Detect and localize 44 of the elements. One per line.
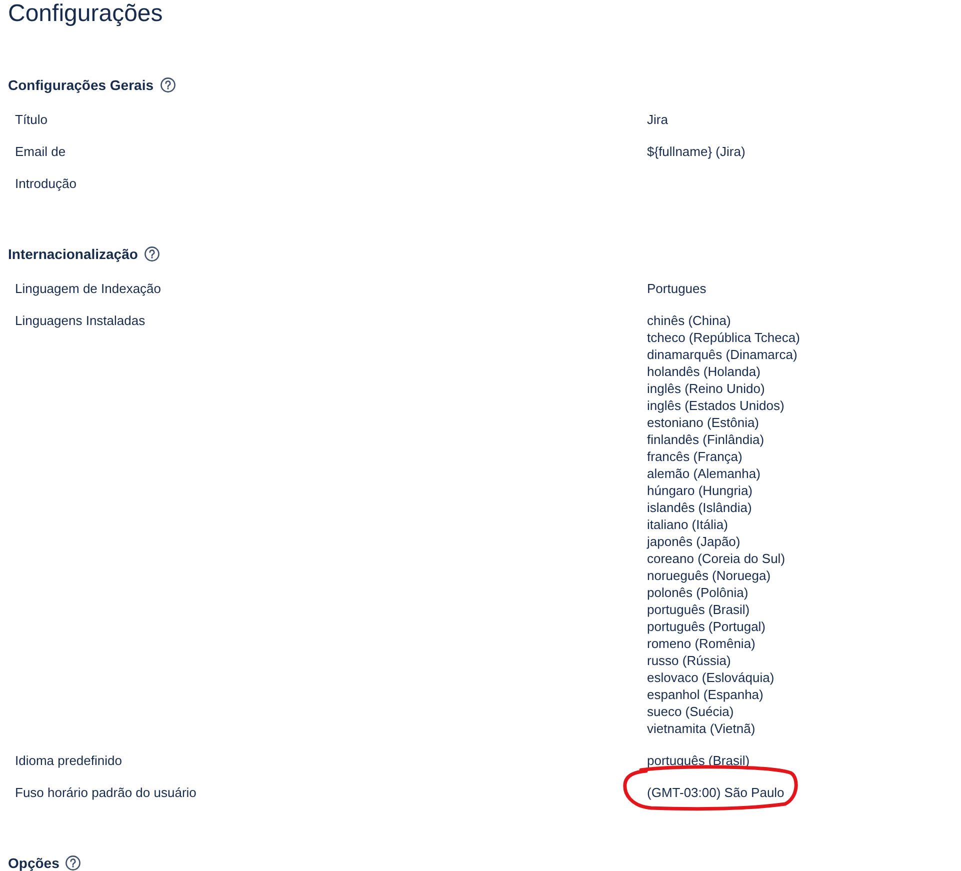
section-heading: Internacionalização [8, 246, 138, 262]
setting-value: alemão (Alemanha) [647, 465, 760, 482]
setting-label: Linguagens Instaladas [15, 312, 146, 330]
setting-label: Título [15, 111, 49, 128]
setting-value: dinamarquês (Dinamarca) [647, 346, 798, 363]
setting-value: romeno (Romênia) [647, 635, 756, 652]
setting-value: italiano (Itália) [647, 516, 728, 533]
setting-value: norueguês (Noruega) [647, 567, 771, 584]
setting-label: Introdução [15, 175, 78, 192]
setting-label: Fuso horário padrão do usuário [15, 784, 198, 801]
setting-label: Idioma predefinido [15, 752, 123, 769]
setting-label: Email de [15, 143, 67, 160]
setting-value: estoniano (Estônia) [647, 414, 760, 431]
setting-value: finlandês (Finlândia) [647, 431, 764, 448]
setting-value: português (Brasil) [647, 601, 750, 618]
help-icon[interactable] [144, 246, 160, 262]
setting-value: húngaro (Hungria) [647, 482, 753, 499]
setting-value: holandês (Holanda) [647, 363, 760, 380]
setting-value: islandês (Islândia) [647, 499, 752, 516]
setting-value: (GMT-03:00) São Paulo [647, 784, 784, 801]
setting-value: vietnamita (Vietnã) [647, 720, 756, 737]
setting-value: ${fullname} (Jira) [647, 143, 746, 160]
page-title: Configurações [8, 0, 164, 28]
setting-value: chinês (China) [647, 312, 731, 329]
setting-value: espanhol (Espanha) [647, 686, 764, 703]
setting-value: tcheco (República Tcheca) [647, 329, 800, 346]
setting-value: polonês (Polônia) [647, 584, 748, 601]
setting-value: eslovaco (Eslováquia) [647, 669, 774, 686]
setting-value: Portugues [647, 280, 706, 297]
setting-value: Jira [647, 111, 668, 128]
setting-label: Linguagem de Indexação [15, 280, 162, 297]
setting-value: sueco (Suécia) [647, 703, 734, 720]
section-heading: Opções [8, 855, 60, 871]
help-icon[interactable] [65, 855, 82, 871]
section-heading: Configurações Gerais [8, 77, 154, 93]
setting-value: inglês (Reino Unido) [647, 380, 765, 397]
setting-value: russo (Rússia) [647, 652, 731, 669]
setting-value: francês (França) [647, 448, 742, 465]
setting-value: inglês (Estados Unidos) [647, 397, 784, 414]
setting-value: coreano (Coreia do Sul) [647, 550, 786, 567]
setting-value: japonês (Japão) [647, 533, 740, 550]
help-icon[interactable] [160, 77, 176, 93]
setting-value: português (Portugal) [647, 618, 766, 635]
setting-value: português (Brasil) [647, 752, 750, 769]
